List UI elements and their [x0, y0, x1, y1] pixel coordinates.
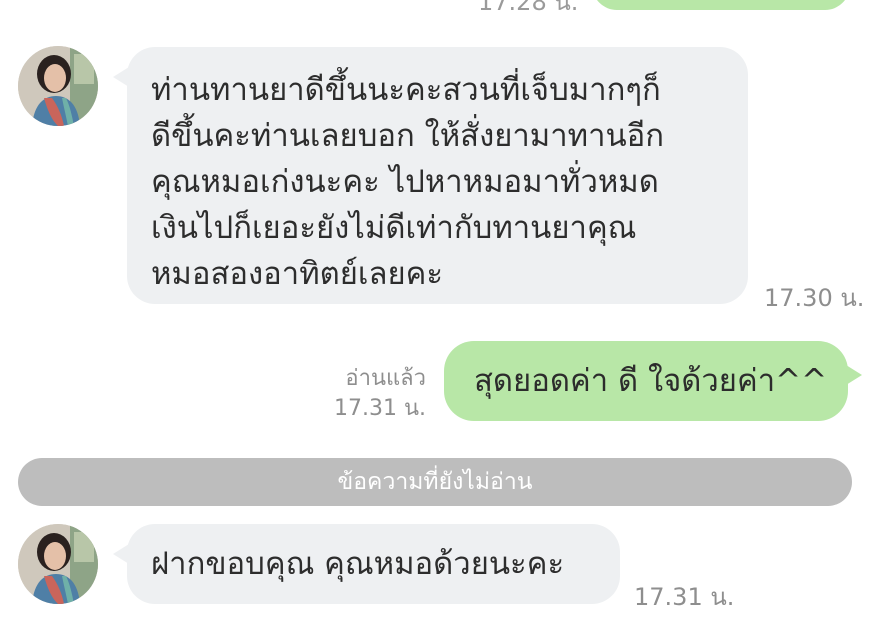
message-time: 17.28 น.	[478, 0, 579, 16]
message-line: คุณหมอเก่งนะคะ ไปหาหมอมาทั่วหมด	[151, 164, 659, 200]
message-time: 17.30 น.	[764, 284, 865, 312]
message-time: 17.31 น.	[634, 583, 735, 611]
incoming-message-bubble[interactable]: ท่านทานยาดีขึ้นนะคะสวนที่เจ็บมากๆก็ ดีขึ…	[113, 47, 748, 304]
message-text: สุดยอดค่า ดี ใจด้วยค่า^^	[474, 363, 828, 399]
chat-screen: 17.28 น. ท่านทานยาดีขึ้นนะคะสวนที่เจ็บมา…	[0, 0, 870, 629]
message-line: ท่านทานยาดีขึ้นนะคะสวนที่เจ็บมากๆก็	[151, 72, 661, 108]
message-line: เงินไปก็เยอะยังไม่ดีเท่ากับทานยาคุณ	[151, 210, 637, 246]
message-line: หมอสองอาทิตย์เลยคะ	[151, 256, 444, 292]
contact-avatar[interactable]	[18, 524, 98, 604]
contact-avatar[interactable]	[18, 46, 98, 126]
message-text: ท่านทานยาดีขึ้นนะคะสวนที่เจ็บมากๆก็ ดีขึ…	[151, 67, 664, 297]
unread-messages-divider: ข้อความที่ยังไม่อ่าน	[18, 458, 852, 506]
message-time: 17.31 น.	[333, 396, 426, 421]
avatar-photo	[18, 524, 98, 604]
message-meta: อ่านแล้ว 17.31 น.	[330, 364, 426, 424]
outgoing-message-bubble[interactable]: สุดยอดค่า ดี ใจด้วยค่า^^	[444, 341, 862, 421]
avatar-photo	[18, 46, 98, 126]
outgoing-message-bubble[interactable]	[592, 0, 850, 10]
incoming-message-bubble[interactable]: ฝากขอบคุณ คุณหมอด้วยนะคะ	[113, 524, 620, 604]
message-text: ฝากขอบคุณ คุณหมอด้วยนะคะ	[151, 546, 565, 582]
message-line: ดีขึ้นคะท่านเลยบอก ให้สั่งยามาทานอีก	[151, 118, 665, 154]
read-receipt: อ่านแล้ว	[345, 366, 426, 391]
